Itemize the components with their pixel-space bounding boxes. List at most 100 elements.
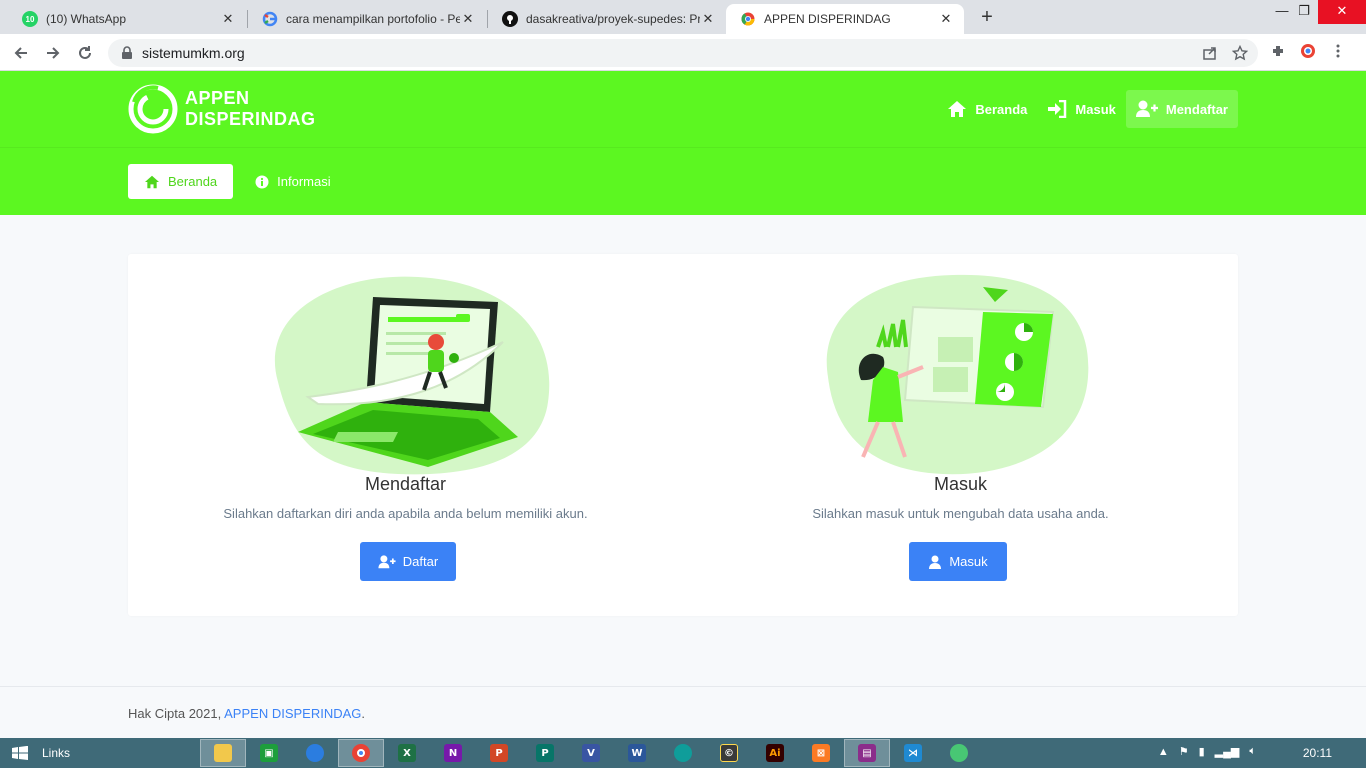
back-icon[interactable] <box>8 40 34 66</box>
taskbar-clock[interactable]: 20:11 <box>1303 746 1332 760</box>
share-icon[interactable] <box>1202 45 1218 61</box>
taskbar-chrome[interactable] <box>338 739 384 767</box>
battery-icon[interactable]: ▮ <box>1199 745 1205 758</box>
main-card: Mendaftar Silahkan daftarkan diri anda a… <box>128 254 1238 616</box>
onenote-icon: N <box>444 744 462 762</box>
user-icon <box>929 555 942 569</box>
chrome-icon <box>352 744 370 762</box>
visio-icon: V <box>582 744 600 762</box>
login-description: Silahkan masuk untuk mengubah data usaha… <box>812 506 1109 521</box>
sign-in-icon <box>1048 100 1067 118</box>
subnav-beranda[interactable]: Beranda <box>128 164 234 199</box>
nav-masuk[interactable]: Masuk <box>1037 90 1125 128</box>
volume-icon[interactable]: 🔈︎ <box>1249 745 1256 758</box>
copyright: Hak Cipta 2021, APPEN DISPERINDAG. <box>128 706 365 721</box>
vscode-icon: ⋊ <box>904 744 922 762</box>
masuk-button-label: Masuk <box>949 554 988 569</box>
taskbar-file-explorer[interactable] <box>200 739 246 767</box>
tab-whatsapp[interactable]: 10 (10) WhatsApp ✕ <box>8 4 246 34</box>
taskbar-app[interactable]: P <box>522 739 568 767</box>
user-plus-icon <box>1135 100 1158 117</box>
taskbar-app[interactable]: © <box>706 739 752 767</box>
file-explorer-icon <box>214 744 232 762</box>
new-tab-button[interactable]: + <box>976 6 998 28</box>
brand-name-line1: APPEN <box>185 88 250 108</box>
windows-taskbar: Links ▣ X N P P V W © Ai ⊠ ▤ ⋊ ▲ ⚑ ▮ ▂▄▆… <box>0 738 1366 768</box>
footer: Hak Cipta 2021, APPEN DISPERINDAG. <box>0 686 1366 738</box>
taskbar-app[interactable]: ⋊ <box>890 739 936 767</box>
register-illustration <box>274 276 550 475</box>
taskbar-app[interactable]: N <box>430 739 476 767</box>
close-tab-icon[interactable]: ✕ <box>938 11 954 27</box>
signal-icon[interactable]: ▂▄▆ <box>1215 745 1240 758</box>
taskbar-app[interactable]: Ai <box>752 739 798 767</box>
tab-title: (10) WhatsApp <box>46 12 127 26</box>
bookmark-star-icon[interactable] <box>1232 45 1248 61</box>
brand-name-line2: DISPERINDAG <box>185 109 316 129</box>
tab-title: APPEN DISPERINDAG <box>764 12 891 26</box>
subnav-informasi-label: Informasi <box>277 174 331 189</box>
copyright-link[interactable]: APPEN DISPERINDAG <box>224 706 361 721</box>
omnibox[interactable]: sistemumkm.org <box>108 39 1258 67</box>
subnav-informasi[interactable]: Informasi <box>239 164 346 199</box>
taskbar-app[interactable] <box>292 739 338 767</box>
browser-tabstrip: 10 (10) WhatsApp ✕ cara menampilkan port… <box>0 0 1366 34</box>
menu-kebab-icon[interactable] <box>1330 43 1346 59</box>
reload-icon[interactable] <box>72 40 98 66</box>
lock-icon <box>122 46 132 59</box>
close-tab-icon[interactable]: ✕ <box>220 11 236 27</box>
whatsapp-icon: 10 <box>22 11 38 27</box>
brand[interactable]: APPEN DISPERINDAG <box>128 84 316 134</box>
address-bar: sistemumkm.org <box>0 34 1366 71</box>
sub-navigation: Beranda Informasi <box>128 164 347 199</box>
taskbar-app[interactable]: W <box>614 739 660 767</box>
login-title: Masuk <box>933 474 987 494</box>
profile-avatar-icon[interactable] <box>1300 43 1316 59</box>
close-window-icon[interactable]: ✕ <box>1318 0 1366 24</box>
nav-mendaftar[interactable]: Mendaftar <box>1125 90 1238 128</box>
taskbar-app[interactable]: ⊠ <box>798 739 844 767</box>
close-tab-icon[interactable]: ✕ <box>460 11 476 27</box>
tab-appen-disperindag[interactable]: APPEN DISPERINDAG ✕ <box>726 4 964 34</box>
daftar-button[interactable]: Daftar <box>360 542 456 581</box>
nav-beranda[interactable]: Beranda <box>937 90 1037 128</box>
app-icon <box>950 744 968 762</box>
home-icon <box>948 101 967 117</box>
subnav-beranda-label: Beranda <box>168 174 218 189</box>
taskbar-app[interactable]: P <box>476 739 522 767</box>
tab-github[interactable]: dasakreativa/proyek-supedes: Pro ✕ <box>488 4 726 34</box>
copyright-suffix: . <box>361 706 366 721</box>
links-toolbar[interactable]: Links <box>42 746 70 760</box>
masuk-button[interactable]: Masuk <box>909 542 1007 581</box>
taskbar-app[interactable]: X <box>384 739 430 767</box>
close-tab-icon[interactable]: ✕ <box>700 11 716 27</box>
taskbar-app[interactable]: ▣ <box>246 739 292 767</box>
tray-expand-icon[interactable]: ▲ <box>1158 746 1169 758</box>
register-description: Silahkan daftarkan diri anda apabila and… <box>223 506 588 521</box>
login-illustration <box>826 274 1089 475</box>
excel-icon: X <box>398 744 416 762</box>
firefox-icon <box>306 744 324 762</box>
excel-icon: ▣ <box>260 744 278 762</box>
forward-icon[interactable] <box>40 40 66 66</box>
taskbar-app[interactable]: V <box>568 739 614 767</box>
register-title: Mendaftar <box>364 474 447 494</box>
taskbar-app[interactable] <box>936 739 982 767</box>
register-section: Mendaftar Silahkan daftarkan diri anda a… <box>128 254 683 616</box>
github-icon <box>502 11 518 27</box>
chrome-icon <box>740 11 756 27</box>
taskbar-app[interactable] <box>660 739 706 767</box>
word-icon: W <box>628 744 646 762</box>
calculator-icon: © <box>720 744 738 762</box>
illustrator-icon: Ai <box>766 744 784 762</box>
taskbar-app[interactable]: ▤ <box>844 739 890 767</box>
nav-mendaftar-label: Mendaftar <box>1165 101 1228 117</box>
daftar-button-label: Daftar <box>402 554 439 569</box>
tab-google-search[interactable]: cara menampilkan portofolio - Pe ✕ <box>248 4 486 34</box>
nav-beranda-label: Beranda <box>975 101 1028 117</box>
extensions-icon[interactable] <box>1270 43 1286 59</box>
site-header: APPEN DISPERINDAG Beranda Masuk Mendafta… <box>0 71 1366 215</box>
flag-icon[interactable]: ⚑ <box>1179 745 1189 758</box>
copyright-prefix: Hak Cipta 2021, <box>128 706 222 721</box>
windows-start-icon[interactable] <box>12 746 28 760</box>
